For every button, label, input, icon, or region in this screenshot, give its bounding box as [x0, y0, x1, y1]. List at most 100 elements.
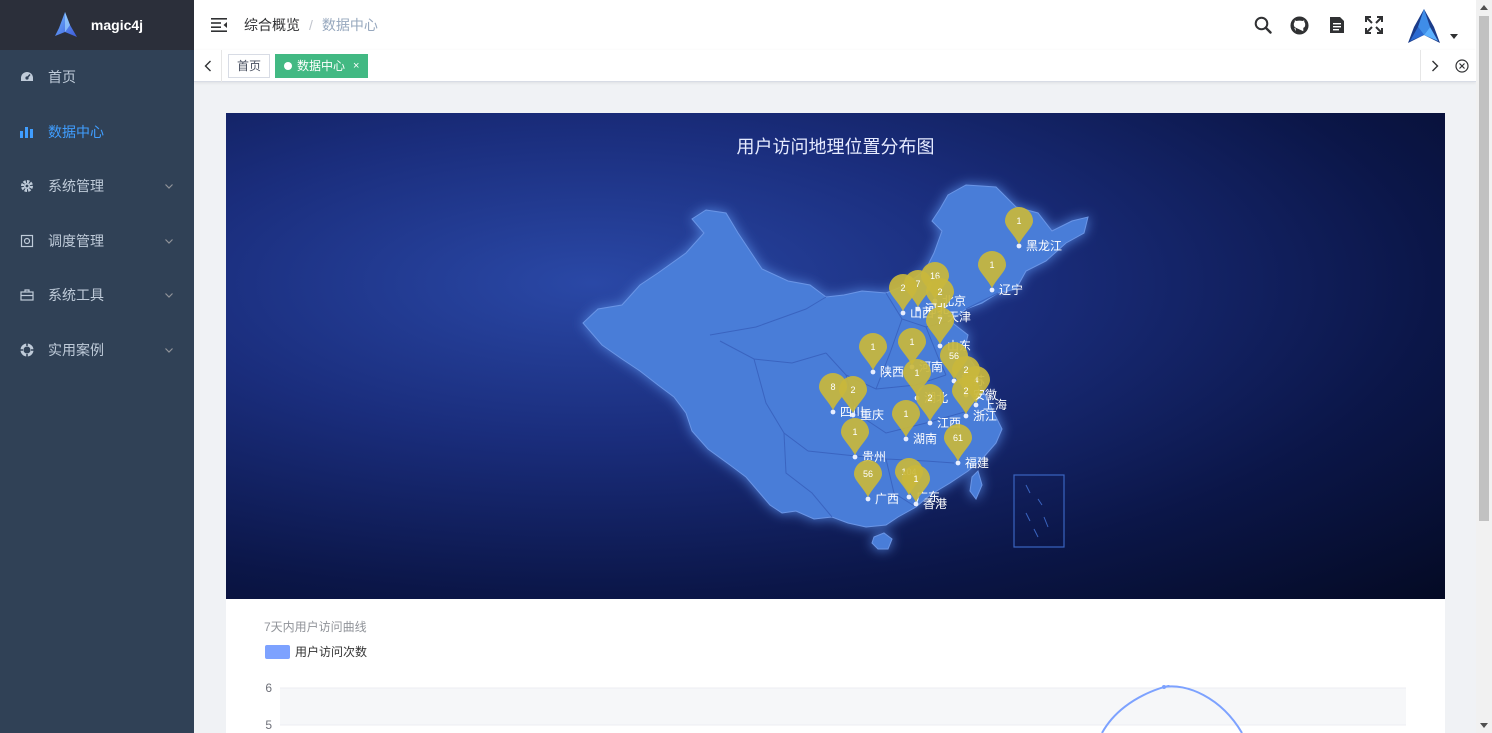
- y-tick-label: 6: [265, 681, 272, 695]
- marker-point: [865, 496, 871, 502]
- marker-value: 1: [852, 427, 857, 437]
- menu-fold-icon: [211, 18, 227, 32]
- avatar[interactable]: [1404, 5, 1444, 45]
- marker-point: [906, 494, 912, 500]
- sidebar-item-scheduler[interactable]: 调度管理: [0, 214, 194, 269]
- tags-scroll-left-button[interactable]: [194, 49, 222, 82]
- scroll-down-icon[interactable]: [1480, 723, 1488, 728]
- marker-value: 2: [900, 283, 905, 293]
- plot-band: [280, 688, 1406, 725]
- hamburger-button[interactable]: [194, 0, 244, 50]
- user-menu[interactable]: [1404, 5, 1458, 45]
- marker-value: 1: [1016, 216, 1021, 226]
- weekly-visit-chart: 7天内用户访问曲线 用户访问次数 6 5: [226, 599, 1445, 733]
- marker-point: [1016, 243, 1022, 249]
- github-button[interactable]: [1281, 0, 1318, 50]
- marker-label: 湖南: [913, 431, 937, 446]
- marker-point: [900, 310, 906, 316]
- scroll-thumb[interactable]: [1479, 16, 1489, 521]
- tags-list: 首页 数据中心 ×: [222, 53, 1420, 78]
- marker-value: 61: [953, 433, 963, 443]
- document-icon: [1329, 17, 1344, 33]
- marker-label: 辽宁: [999, 282, 1023, 297]
- marker-point: [903, 436, 909, 442]
- tags-scroll-right-button[interactable]: [1420, 49, 1448, 82]
- app-name: magic4j: [90, 17, 144, 33]
- chevron-down-icon: [165, 184, 173, 190]
- logo[interactable]: magic4j: [0, 0, 194, 50]
- github-icon: [1290, 15, 1309, 35]
- sidebar-item-use-cases[interactable]: 实用案例: [0, 323, 194, 378]
- magic4j-logo-icon: [54, 12, 77, 37]
- marker-label: 陕西: [880, 364, 904, 379]
- tag-home[interactable]: 首页: [228, 53, 271, 78]
- bar-chart-icon: [20, 125, 34, 139]
- fullscreen-button[interactable]: [1355, 0, 1392, 50]
- document-button[interactable]: [1318, 0, 1355, 50]
- scroll-up-icon[interactable]: [1480, 5, 1488, 10]
- marker-label: 浙江: [973, 409, 997, 423]
- breadcrumb-separator: /: [309, 17, 313, 33]
- china-outline: [582, 184, 1089, 550]
- marker-point: [850, 412, 856, 418]
- fullscreen-icon: [1364, 16, 1383, 34]
- sidebar-item-label: 首页: [48, 69, 76, 86]
- sidebar-item-label: 数据中心: [48, 123, 104, 140]
- marker-value: 56: [863, 469, 873, 479]
- marker-value: 1: [870, 342, 875, 352]
- sidebar-item-system-management[interactable]: 系统管理: [0, 159, 194, 214]
- page-scrollbar[interactable]: [1476, 0, 1492, 733]
- circle-close-icon: [1455, 58, 1469, 73]
- close-all-tags-button[interactable]: [1448, 50, 1476, 82]
- sidebar-item-label: 系统工具: [48, 287, 104, 304]
- dashboard-icon: [20, 70, 34, 84]
- gear-icon: [20, 179, 34, 193]
- line-chart-plot[interactable]: 6 5: [226, 599, 1445, 733]
- chevron-down-icon: [165, 238, 173, 244]
- marker-point: [927, 420, 933, 426]
- marker-label: 福建: [965, 455, 989, 470]
- sidebar-item-label: 实用案例: [48, 341, 104, 358]
- sidebar-item-home[interactable]: 首页: [0, 50, 194, 105]
- sidebar-item-label: 调度管理: [48, 232, 104, 249]
- marker-value: 7: [937, 316, 942, 326]
- sidebar-item-system-tools[interactable]: 系统工具: [0, 268, 194, 323]
- marker-value: 1: [914, 368, 919, 378]
- chevron-down-icon: [165, 293, 173, 299]
- marker-point: [852, 454, 858, 460]
- china-map[interactable]: 1黑龙江1辽宁16北京2天津7河北2山西7山东1陕西1河南56江苏4上海2安徽2…: [226, 113, 1445, 599]
- marker-value: 1: [909, 337, 914, 347]
- breadcrumb-item-current: 数据中心: [321, 17, 378, 33]
- sidebar-item-data-center[interactable]: 数据中心: [0, 105, 194, 160]
- marker-label: 黑龙江: [1026, 239, 1062, 253]
- marker-label: 广西: [875, 492, 899, 506]
- marker-value: 1: [989, 260, 994, 270]
- series-point-peak[interactable]: [1162, 685, 1166, 689]
- search-button[interactable]: [1244, 0, 1281, 50]
- marker-point: [937, 343, 943, 349]
- navbar: 综合概览 / 数据中心: [194, 0, 1476, 50]
- marker-point: [973, 402, 979, 408]
- navbar-right: [1244, 0, 1476, 50]
- tag-label: 数据中心: [297, 58, 346, 73]
- search-icon: [1254, 16, 1272, 34]
- marker-point: [989, 287, 995, 293]
- avatar-image-icon: [1404, 5, 1444, 45]
- marker-label: 香港: [923, 497, 947, 511]
- south-china-sea-inset: [1013, 474, 1065, 548]
- sidebar-item-label: 系统管理: [48, 178, 104, 195]
- scheduler-icon: [20, 234, 34, 248]
- toolbox-icon: [20, 288, 34, 302]
- breadcrumb-item-overview[interactable]: 综合概览: [244, 15, 300, 35]
- marker-label: 重庆: [860, 408, 884, 422]
- marker-point: [955, 460, 961, 466]
- lifebuoy-icon: [20, 342, 34, 357]
- marker-point: [913, 501, 919, 507]
- marker-value: 2: [937, 287, 942, 297]
- geo-distribution-map: 用户访问地理位置分布图 1 黑龙江 1 辽宁 16 北京 2 天津 7 2 山西…: [226, 113, 1445, 599]
- marker-value: 1: [913, 474, 918, 484]
- close-icon[interactable]: ×: [353, 55, 359, 77]
- chevron-left-icon: [204, 60, 211, 71]
- caret-down-icon: [1450, 34, 1458, 39]
- tag-data-center[interactable]: 数据中心 ×: [275, 53, 369, 78]
